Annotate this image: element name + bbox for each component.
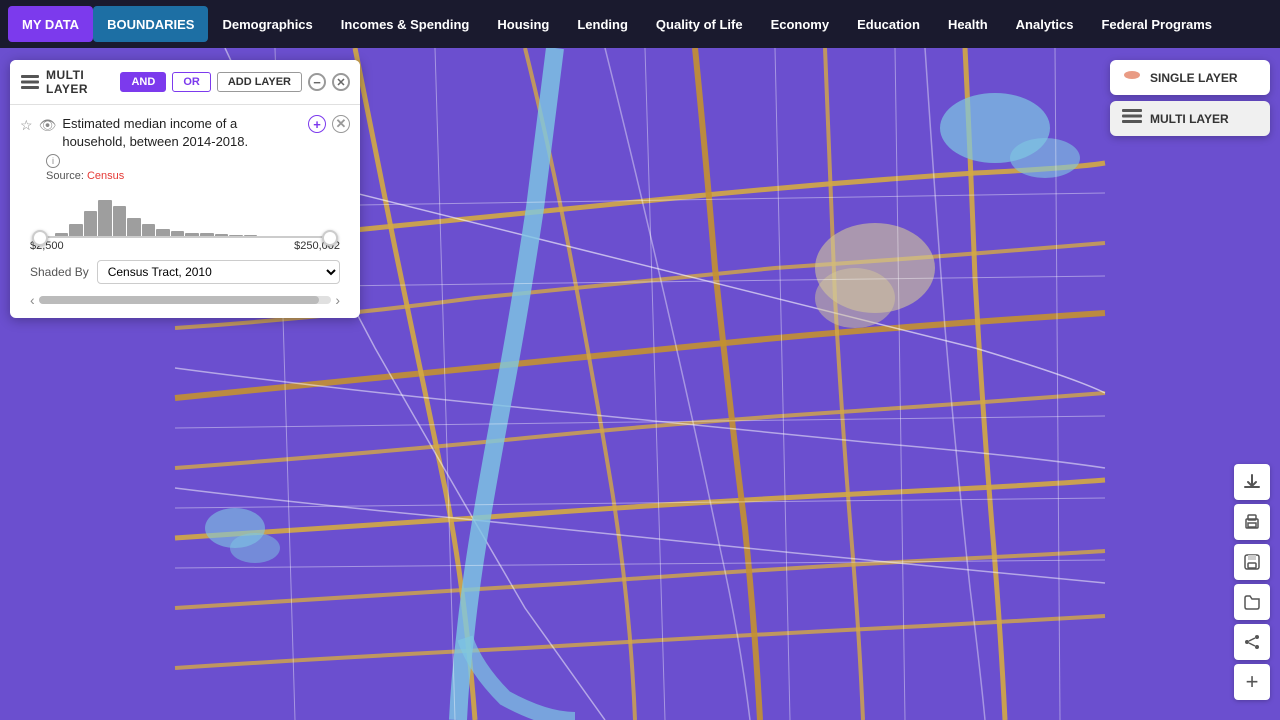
layer-item-header: ☆ 👁 Estimated median income of a househo… <box>20 115 350 150</box>
left-panel: MULTI LAYER AND OR ADD LAYER − ✕ ☆ 👁 Est… <box>10 60 360 318</box>
remove-layer-button[interactable]: ✕ <box>332 115 350 133</box>
scroll-right-button[interactable]: › <box>335 292 340 308</box>
or-button[interactable]: OR <box>172 72 211 92</box>
multi-layer-header: MULTI LAYER AND OR ADD LAYER − ✕ <box>10 60 360 105</box>
range-labels: $2,500 $250,002 <box>30 240 340 252</box>
nav-federal-programs[interactable]: Federal Programs <box>1087 6 1226 42</box>
nav-education[interactable]: Education <box>843 6 934 42</box>
nav-health[interactable]: Health <box>934 6 1002 42</box>
census-link[interactable]: Census <box>87 170 124 182</box>
multi-layer-option-icon <box>1122 109 1142 128</box>
panel-scrollbar-thumb <box>39 296 319 304</box>
source-text: Source: Census <box>46 170 350 182</box>
single-layer-label: SINGLE LAYER <box>1150 71 1238 85</box>
top-nav: MY DATA BOUNDARIES Demographics Incomes … <box>0 0 1280 48</box>
star-icon[interactable]: ☆ <box>20 117 33 134</box>
print-icon <box>1243 513 1261 531</box>
panel-scroll-row: ‹ › <box>10 292 360 312</box>
folder-button[interactable] <box>1234 584 1270 620</box>
panel-scrollbar[interactable] <box>39 296 332 304</box>
save-icon <box>1243 553 1261 571</box>
multi-layer-option[interactable]: MULTI LAYER <box>1110 101 1270 136</box>
slider-track[interactable] <box>30 190 340 238</box>
nav-demographics[interactable]: Demographics <box>208 6 326 42</box>
layer-item: ☆ 👁 Estimated median income of a househo… <box>10 105 360 292</box>
slider-thumb-left[interactable] <box>32 230 48 246</box>
histogram-container: $2,500 $250,002 <box>30 190 340 252</box>
nav-analytics[interactable]: Analytics <box>1002 6 1088 42</box>
right-panel: SINGLE LAYER MULTI LAYER <box>1110 60 1270 136</box>
slider-line <box>40 236 330 238</box>
single-layer-option[interactable]: SINGLE LAYER <box>1110 60 1270 95</box>
nav-my-data[interactable]: MY DATA <box>8 6 93 42</box>
nav-incomes-spending[interactable]: Incomes & Spending <box>327 6 484 42</box>
layer-title: Estimated median income of a household, … <box>62 115 302 150</box>
eye-icon[interactable]: 👁 <box>39 117 57 134</box>
single-layer-icon <box>1122 68 1142 87</box>
info-icon[interactable]: i <box>46 154 60 168</box>
info-row: i <box>46 154 350 168</box>
nav-lending[interactable]: Lending <box>563 6 642 42</box>
zoom-plus-icon: + <box>1246 669 1259 695</box>
multi-layer-title: MULTI LAYER <box>46 68 114 96</box>
multi-layer-option-label: MULTI LAYER <box>1150 112 1229 126</box>
nav-boundaries[interactable]: BOUNDARIES <box>93 6 208 42</box>
close-panel-button[interactable]: ✕ <box>332 73 350 91</box>
scroll-left-button[interactable]: ‹ <box>30 292 35 308</box>
histogram-bars <box>40 198 330 238</box>
share-button[interactable] <box>1234 624 1270 660</box>
right-tools <box>1234 464 1270 660</box>
download-icon <box>1243 473 1261 491</box>
share-icon <box>1243 633 1261 651</box>
add-to-layer-button[interactable]: + <box>308 115 326 133</box>
save-button[interactable] <box>1234 544 1270 580</box>
add-layer-button[interactable]: ADD LAYER <box>217 72 302 92</box>
slider-thumb-right[interactable] <box>322 230 338 246</box>
minus-button[interactable]: − <box>308 73 326 91</box>
shaded-by-select[interactable]: Census Tract, 2010 <box>97 260 340 284</box>
nav-housing[interactable]: Housing <box>483 6 563 42</box>
nav-economy[interactable]: Economy <box>757 6 844 42</box>
and-button[interactable]: AND <box>120 72 166 92</box>
shaded-by-label: Shaded By <box>30 265 89 279</box>
zoom-plus-button[interactable]: + <box>1234 664 1270 700</box>
multi-layer-icon <box>20 72 40 92</box>
nav-quality-of-life[interactable]: Quality of Life <box>642 6 757 42</box>
shaded-by-row: Shaded By Census Tract, 2010 <box>20 252 350 288</box>
download-button[interactable] <box>1234 464 1270 500</box>
folder-icon <box>1243 593 1261 611</box>
print-button[interactable] <box>1234 504 1270 540</box>
